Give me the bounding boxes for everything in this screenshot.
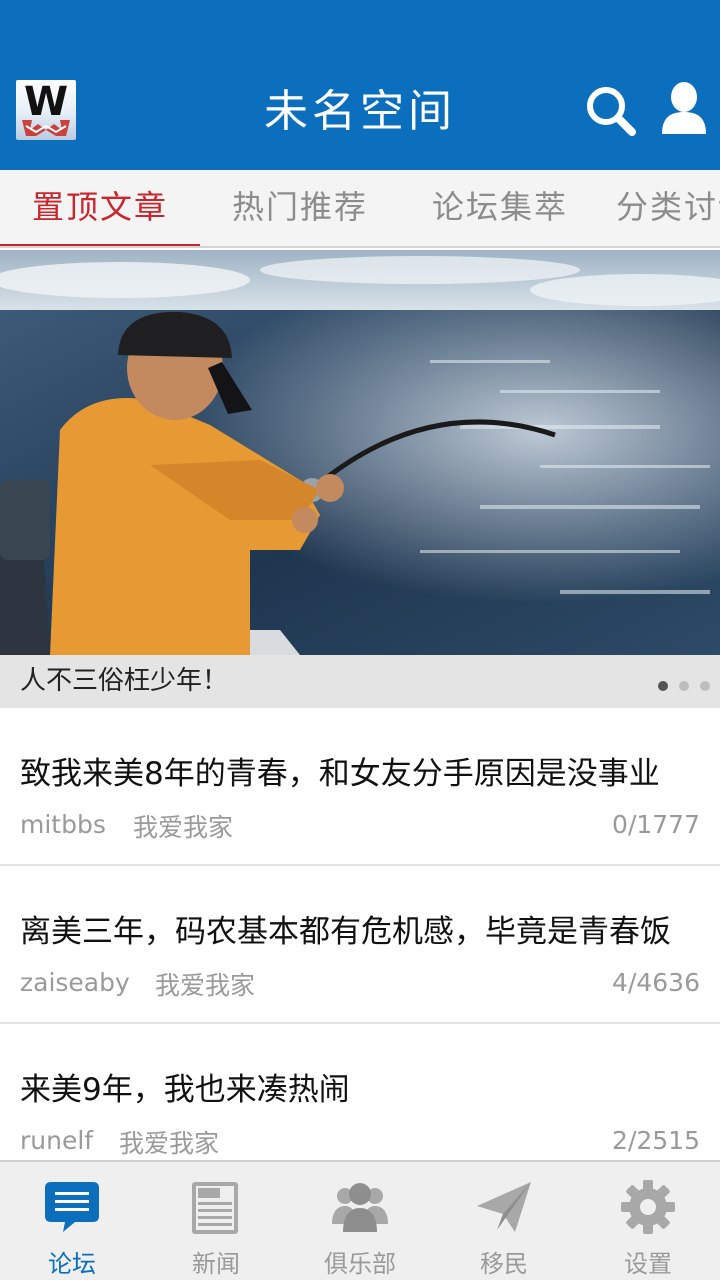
category-tabs: 置顶文章 热门推荐 论坛集萃 分类讨论 — [0, 170, 720, 248]
post-board: 我爱我家 — [133, 813, 234, 842]
post-reply-count: 2/2515 — [612, 1126, 700, 1155]
app-screen: W 未名空间 置顶文章 热门推荐 论坛集萃 分类讨论 — [0, 0, 720, 1280]
nav-label: 新闻 — [192, 1250, 240, 1278]
featured-banner[interactable] — [0, 250, 720, 655]
nav-label: 移民 — [480, 1250, 528, 1278]
post-board: 我爱我家 — [119, 1129, 220, 1158]
nav-club[interactable]: 俱乐部 — [288, 1162, 432, 1280]
slide-dot — [657, 681, 668, 691]
list-item[interactable]: 致我来美8年的青春，和女友分手原因是没事业 mitbbs 我爱我家 0/1777 — [0, 708, 720, 866]
app-header: W 未名空间 — [0, 0, 720, 170]
banner-caption[interactable]: 人不三俗枉少年！ — [20, 655, 228, 708]
group-icon — [332, 1183, 388, 1232]
bottom-nav: 论坛 新闻 俱乐部 移民 设置 — [0, 1160, 720, 1280]
tab-hot[interactable]: 热门推荐 — [200, 170, 400, 246]
gear-icon — [621, 1180, 675, 1234]
post-author: mitbbs — [20, 810, 106, 839]
tab-category[interactable]: 分类讨论 — [600, 170, 720, 246]
chat-bubble-icon — [45, 1182, 99, 1232]
tab-forum-digest[interactable]: 论坛集萃 — [400, 170, 600, 246]
user-icon — [662, 82, 706, 134]
nav-label: 论坛 — [48, 1250, 96, 1278]
slide-indicator — [652, 676, 710, 691]
paper-plane-icon — [477, 1182, 531, 1232]
post-author: zaiseaby — [20, 968, 130, 997]
slide-dot — [700, 681, 710, 691]
profile-button[interactable] — [660, 82, 708, 136]
post-board: 我爱我家 — [155, 971, 256, 1000]
slide-dot — [678, 681, 689, 691]
nav-forum[interactable]: 论坛 — [0, 1162, 144, 1280]
nav-immigration[interactable]: 移民 — [432, 1162, 576, 1280]
post-author: runelf — [20, 1126, 94, 1155]
fishing-photo — [0, 250, 720, 655]
post-title: 离美三年，码农基本都有危机感，毕竟是青春饭 — [20, 914, 671, 950]
list-item[interactable]: 离美三年，码农基本都有危机感，毕竟是青春饭 zaiseaby 我爱我家 4/46… — [0, 866, 720, 1024]
nav-news[interactable]: 新闻 — [144, 1162, 288, 1280]
tab-pinned[interactable]: 置顶文章 — [0, 170, 200, 246]
search-icon — [587, 87, 636, 136]
list-item[interactable]: 来美9年，我也来凑热闹 runelf 我爱我家 2/2515 — [0, 1024, 720, 1160]
nav-label: 俱乐部 — [324, 1250, 396, 1278]
post-reply-count: 4/4636 — [612, 968, 700, 997]
banner-caption-bar: 人不三俗枉少年！ — [0, 655, 720, 708]
newspaper-icon — [192, 1182, 238, 1234]
post-title: 致我来美8年的青春，和女友分手原因是没事业 — [20, 756, 660, 792]
post-list: 致我来美8年的青春，和女友分手原因是没事业 mitbbs 我爱我家 0/1777… — [0, 708, 720, 1160]
search-button[interactable] — [584, 84, 638, 138]
nav-label: 设置 — [624, 1250, 672, 1278]
nav-settings[interactable]: 设置 — [576, 1162, 720, 1280]
post-reply-count: 0/1777 — [612, 810, 700, 839]
post-title: 来美9年，我也来凑热闹 — [20, 1072, 350, 1108]
